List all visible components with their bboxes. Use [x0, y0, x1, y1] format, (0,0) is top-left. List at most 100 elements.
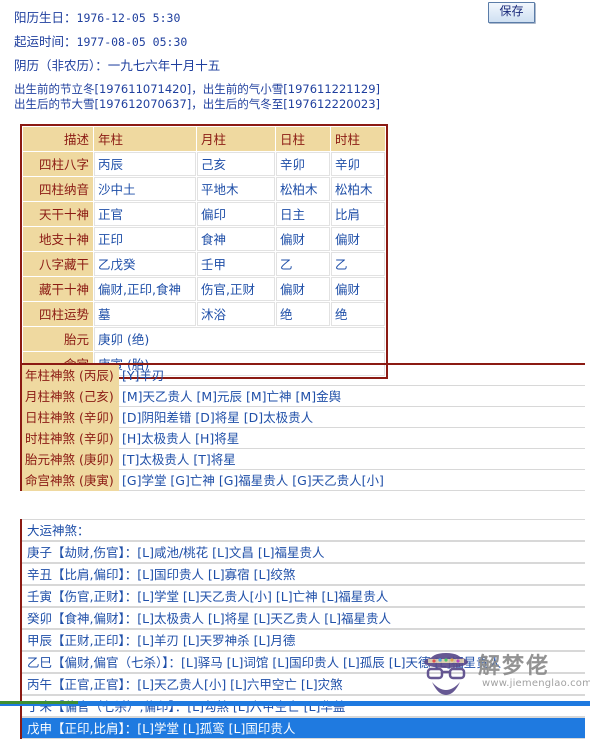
table-row: 藏干十神 偏财,正印,食神 伤官,正财 偏财 偏财: [23, 277, 385, 301]
dayun-cell[interactable]: 癸卯【食神,偏财】：[L]太极贵人 [L]将星 [L]天乙贵人 [L]福星贵人: [22, 607, 585, 629]
dayun-row[interactable]: 庚子【劫财,伤官】：[L]咸池/桃花 [L]文昌 [L]福星贵人: [22, 541, 585, 563]
table-row: 四柱八字 丙辰 己亥 辛卯 辛卯: [23, 152, 385, 176]
shensha-key: 胎元神煞 (庚卯): [22, 449, 119, 470]
dayun-shensha: [L]天乙贵人[小] [L]六甲空亡 [L]灾煞: [137, 677, 343, 692]
cell-month: 伤官,正财: [197, 277, 275, 301]
col-header-desc: 描述: [23, 127, 93, 151]
save-button[interactable]: 保存: [488, 2, 535, 23]
cell-year: 墓: [94, 302, 196, 326]
cell-day: 日主: [276, 202, 330, 226]
shensha-value: [Y]羊刃: [119, 365, 585, 386]
cell-month: 偏印: [197, 202, 275, 226]
row-label-taiyuan: 胎元: [23, 327, 93, 351]
dayun-shensha: [L]羊刃 [L]天罗神杀 [L]月德: [137, 633, 296, 648]
dayun-cell[interactable]: 辛丑【比肩,偏印】：[L]国印贵人 [L]寡宿 [L]绞煞: [22, 563, 585, 585]
shensha-row-month: 月柱神煞 (己亥) [M]天乙贵人 [M]元辰 [M]亡神 [M]金舆: [22, 386, 585, 407]
dayun-cell[interactable]: 乙巳【偏财,偏官（七杀）】：[L]驿马 [L]词馆 [L]国印贵人 [L]孤辰 …: [22, 651, 585, 673]
cell-hour: 辛卯: [331, 152, 385, 176]
cell-day: 辛卯: [276, 152, 330, 176]
shensha-value: [M]天乙贵人 [M]元辰 [M]亡神 [M]金舆: [119, 386, 585, 407]
cell-day: 绝: [276, 302, 330, 326]
dayun-cell[interactable]: 庚子【劫财,伤官】：[L]咸池/桃花 [L]文昌 [L]福星贵人: [22, 541, 585, 563]
dayun-row[interactable]: 癸卯【食神,偏财】：[L]太极贵人 [L]将星 [L]天乙贵人 [L]福星贵人: [22, 607, 585, 629]
shensha-value: [H]太极贵人 [H]将星: [119, 428, 585, 449]
col-header-hour: 时柱: [331, 127, 385, 151]
cell-day: 乙: [276, 252, 330, 276]
cell-year: 乙戊癸: [94, 252, 196, 276]
row-label: 藏干十神: [23, 277, 93, 301]
cell-taiyuan-value: 庚卯 (绝): [94, 327, 385, 351]
dayun-title: 大运神煞：: [22, 519, 585, 541]
four-pillars-table-wrap: 描述 年柱 月柱 日柱 时柱 四柱八字 丙辰 己亥 辛卯 辛卯 四柱纳音 沙中土…: [20, 124, 388, 379]
jieqi-before-line: 出生前的节立冬[197611071420]，出生前的气小雪[1976112211…: [14, 82, 590, 97]
jieqi-after-text: 出生后的节大雪[197612070637]，出生后的气冬至[1976122200…: [14, 97, 381, 111]
table-row: 四柱运势 墓 沐浴 绝 绝: [23, 302, 385, 326]
shensha-key: 时柱神煞 (辛卯): [22, 428, 119, 449]
cell-day: 偏财: [276, 277, 330, 301]
dayun-shensha: [L]驿马 [L]词馆 [L]国印贵人 [L]孤辰 [L]天德 [L]福星贵人: [180, 655, 502, 670]
shensha-value: [D]阴阳差错 [D]将星 [D]太极贵人: [119, 407, 585, 428]
bottom-selection-strip: [0, 701, 590, 706]
dayun-row-selected[interactable]: 戊申【正印,比肩】：[L]学堂 [L]孤鸾 [L]国印贵人: [22, 717, 585, 739]
solar-birthday-label: 阳历生日：: [14, 10, 77, 25]
shensha-value: [T]太极贵人 [T]将星: [119, 449, 585, 470]
table-row: 天干十神 正官 偏印 日主 比肩: [23, 202, 385, 226]
dayun-shensha: [L]国印贵人 [L]寡宿 [L]绞煞: [137, 567, 296, 582]
dayun-ganzhi: 癸卯【食神,偏财】：: [27, 611, 138, 626]
dayun-ganzhi: 庚子【劫财,伤官】：: [27, 545, 138, 560]
shensha-row-year: 年柱神煞 (丙辰) [Y]羊刃: [22, 365, 585, 386]
dayun-cell[interactable]: 丙午【正官,正官】：[L]天乙贵人[小] [L]六甲空亡 [L]灾煞: [22, 673, 585, 695]
solar-birthday-value: 1976-12-05 5:30: [76, 11, 181, 25]
start-luck-label: 起运时间：: [14, 34, 77, 49]
cell-month: 己亥: [197, 152, 275, 176]
row-label: 四柱纳音: [23, 177, 93, 201]
shensha-key: 命宫神煞 (庚寅): [22, 470, 119, 491]
row-label: 八字藏干: [23, 252, 93, 276]
col-header-month: 月柱: [197, 127, 275, 151]
shensha-row-day: 日柱神煞 (辛卯) [D]阴阳差错 [D]将星 [D]太极贵人: [22, 407, 585, 428]
dayun-row[interactable]: 壬寅【伤官,正财】：[L]学堂 [L]天乙贵人[小] [L]亡神 [L]福星贵人: [22, 585, 585, 607]
dayun-table-wrap: 大运神煞： 庚子【劫财,伤官】：[L]咸池/桃花 [L]文昌 [L]福星贵人 辛…: [20, 519, 585, 739]
dayun-cell[interactable]: 壬寅【伤官,正财】：[L]学堂 [L]天乙贵人[小] [L]亡神 [L]福星贵人: [22, 585, 585, 607]
table-header-row: 描述 年柱 月柱 日柱 时柱: [23, 127, 385, 151]
row-label: 四柱运势: [23, 302, 93, 326]
dayun-table: 大运神煞： 庚子【劫财,伤官】：[L]咸池/桃花 [L]文昌 [L]福星贵人 辛…: [20, 519, 585, 739]
dayun-cell[interactable]: 戊申【正印,比肩】：[L]学堂 [L]孤鸾 [L]国印贵人: [22, 717, 585, 739]
start-luck-line: 起运时间：1977-08-05 05:30: [14, 30, 590, 54]
cell-hour: 偏财: [331, 227, 385, 251]
table-row: 八字藏干 乙戊癸 壬甲 乙 乙: [23, 252, 385, 276]
shensha-table-wrap: 年柱神煞 (丙辰) [Y]羊刃 月柱神煞 (己亥) [M]天乙贵人 [M]元辰 …: [20, 363, 585, 491]
dayun-ganzhi: 辛丑【比肩,偏印】：: [27, 567, 138, 582]
cell-year: 沙中土: [94, 177, 196, 201]
shensha-key: 日柱神煞 (辛卯): [22, 407, 119, 428]
cell-hour: 比肩: [331, 202, 385, 226]
cell-month: 沐浴: [197, 302, 275, 326]
row-label: 四柱八字: [23, 152, 93, 176]
cell-hour: 绝: [331, 302, 385, 326]
cell-day: 松柏木: [276, 177, 330, 201]
dayun-shensha: [L]咸池/桃花 [L]文昌 [L]福星贵人: [137, 545, 325, 560]
dayun-ganzhi: 壬寅【伤官,正财】：: [27, 589, 138, 604]
dayun-row[interactable]: 丁未【偏官（七杀）,偏印】：[L]勾煞 [L]六甲空亡 [L]华盖: [22, 695, 585, 717]
lunar-date-value: 一九七六年十月十五: [107, 58, 221, 73]
cell-hour: 松柏木: [331, 177, 385, 201]
dayun-row[interactable]: 丙午【正官,正官】：[L]天乙贵人[小] [L]六甲空亡 [L]灾煞: [22, 673, 585, 695]
dayun-row[interactable]: 甲辰【正财,正印】：[L]羊刃 [L]天罗神杀 [L]月德: [22, 629, 585, 651]
table-row-taiyuan: 胎元 庚卯 (绝): [23, 327, 385, 351]
dayun-ganzhi: 甲辰【正财,正印】：: [27, 633, 138, 648]
lunar-date-label: 阴历（非农历）：: [14, 58, 108, 73]
dayun-cell[interactable]: 甲辰【正财,正印】：[L]羊刃 [L]天罗神杀 [L]月德: [22, 629, 585, 651]
shensha-row-minggong: 命宫神煞 (庚寅) [G]学堂 [G]亡神 [G]福星贵人 [G]天乙贵人[小]: [22, 470, 585, 491]
dayun-shensha: [L]学堂 [L]孤鸾 [L]国印贵人: [137, 721, 296, 736]
dayun-shensha: [L]学堂 [L]天乙贵人[小] [L]亡神 [L]福星贵人: [137, 589, 389, 604]
dayun-row[interactable]: 乙巳【偏财,偏官（七杀）】：[L]驿马 [L]词馆 [L]国印贵人 [L]孤辰 …: [22, 651, 585, 673]
cell-year: 丙辰: [94, 152, 196, 176]
jieqi-after-line: 出生后的节大雪[197612070637]，出生后的气冬至[1976122200…: [14, 97, 590, 112]
dayun-ganzhi: 戊申【正印,比肩】：: [27, 721, 138, 736]
cell-year: 偏财,正印,食神: [94, 277, 196, 301]
dayun-row[interactable]: 辛丑【比肩,偏印】：[L]国印贵人 [L]寡宿 [L]绞煞: [22, 563, 585, 585]
dayun-cell[interactable]: 丁未【偏官（七杀）,偏印】：[L]勾煞 [L]六甲空亡 [L]华盖: [22, 695, 585, 717]
dayun-ganzhi: 乙巳【偏财,偏官（七杀）】：: [27, 655, 181, 670]
cell-month: 平地木: [197, 177, 275, 201]
jieqi-before-text: 出生前的节立冬[197611071420]，出生前的气小雪[1976112211…: [14, 82, 381, 96]
